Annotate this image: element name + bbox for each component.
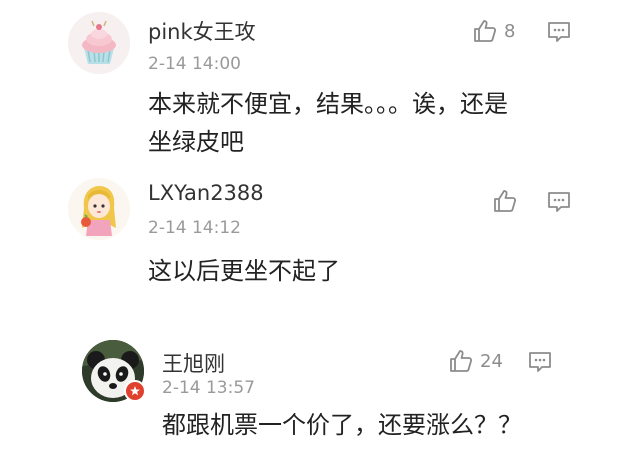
comment-icon: [548, 22, 570, 42]
avatar[interactable]: [68, 178, 130, 240]
comment-text: 这以后更坐不起了: [148, 252, 588, 290]
comment-item: pink女王攻 2-14 14:00 本来就不便宜，结果。。。诶，还是 坐绿皮吧…: [0, 0, 640, 170]
timestamp: 2-14 14:12: [148, 218, 241, 238]
username[interactable]: LXYan2388: [148, 181, 264, 205]
comment-line: 本来就不便宜，结果。。。诶，还是: [148, 90, 508, 118]
avatar[interactable]: [68, 12, 130, 74]
thumbs-up-icon: [474, 20, 497, 42]
cupcake-avatar-icon: [68, 12, 130, 74]
comment-item: 王旭刚 2-14 13:57 都跟机票一个价了，还要涨么？？ 24: [0, 330, 640, 463]
comment-line: 都跟机票一个价了，还要涨么？？: [162, 411, 522, 439]
comment-line: 这以后更坐不起了: [148, 257, 340, 285]
comment-line: 坐绿皮吧: [148, 128, 244, 156]
reply-button[interactable]: [528, 351, 552, 377]
like-count: 8: [504, 20, 516, 42]
thumbs-up-icon: [450, 350, 473, 372]
like-count: 24: [480, 350, 503, 372]
timestamp: 2-14 14:00: [148, 54, 241, 74]
comment-text: 本来就不便宜，结果。。。诶，还是 坐绿皮吧: [148, 85, 588, 161]
comment-text: 都跟机票一个价了，还要涨么？？: [162, 406, 602, 444]
username[interactable]: 王旭刚: [162, 348, 225, 378]
cartoon-girl-avatar-icon: [68, 178, 130, 240]
comment-item: LXYan2388 2-14 14:12 这以后更坐不起了: [0, 170, 640, 330]
reply-button[interactable]: [547, 191, 571, 217]
thumbs-up-icon: [494, 190, 517, 212]
star-icon: [130, 386, 140, 396]
like-button[interactable]: 24: [448, 348, 503, 374]
timestamp: 2-14 13:57: [162, 378, 255, 398]
reply-button[interactable]: [547, 21, 571, 47]
verified-badge-icon: [124, 380, 146, 402]
comment-icon: [529, 352, 551, 372]
like-button[interactable]: [492, 188, 524, 214]
comment-icon: [548, 192, 570, 212]
username[interactable]: pink女王攻: [148, 16, 256, 46]
like-button[interactable]: 8: [472, 18, 515, 44]
